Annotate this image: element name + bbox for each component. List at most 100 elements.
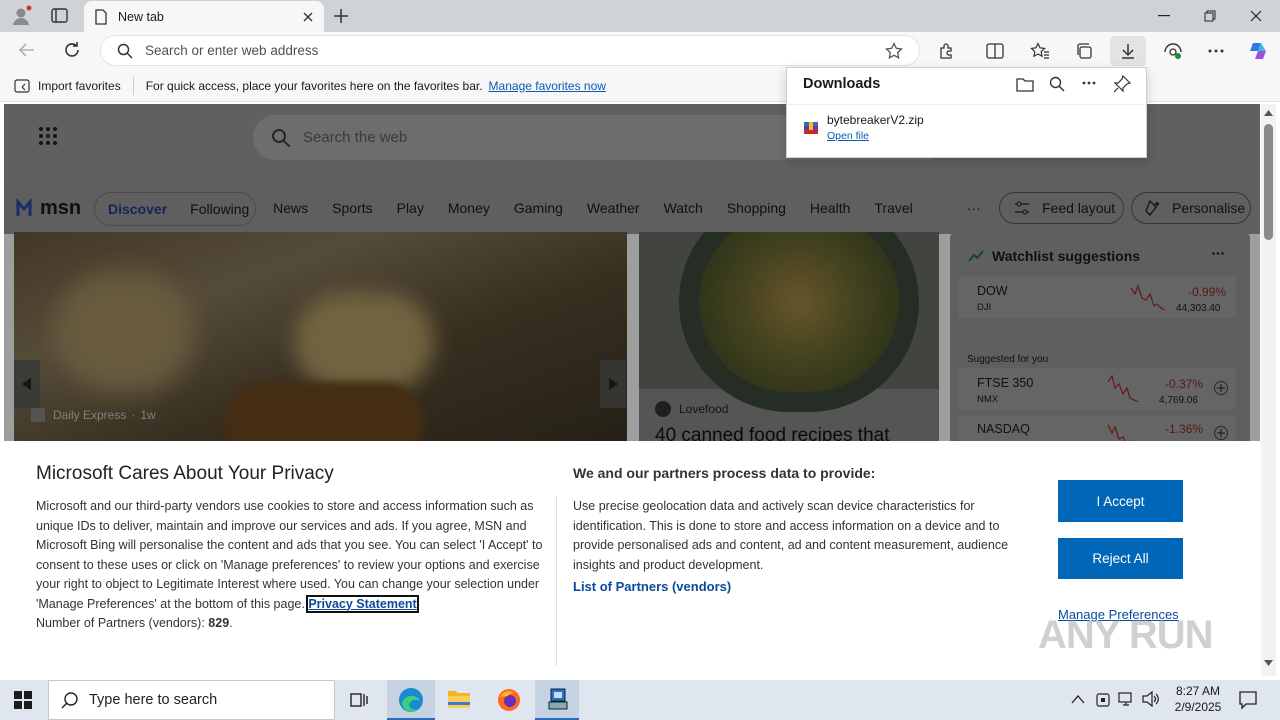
partners-suffix: . <box>229 616 233 630</box>
hero-source: Daily Express · 1w <box>31 408 156 422</box>
consent-right-block: Use precise geolocation data and activel… <box>573 497 1038 575</box>
watchlist-card: Watchlist suggestions DOW DJI -0.99% 44,… <box>950 232 1250 457</box>
carousel-next-button[interactable] <box>600 360 626 408</box>
watermark: ANY RUN <box>1038 613 1214 657</box>
feed-tabs: Discover Following <box>94 192 256 226</box>
refresh-icon[interactable] <box>63 41 81 59</box>
task-view-icon[interactable] <box>349 690 369 710</box>
clock-time: 8:27 AM <box>1175 684 1221 698</box>
performance-icon[interactable] <box>1158 38 1188 64</box>
download-file-name[interactable]: bytebreakerV2.zip <box>827 113 924 127</box>
apps-grid-icon[interactable] <box>38 126 58 146</box>
collections-icon[interactable] <box>1069 38 1099 64</box>
nav-news[interactable]: News <box>273 200 308 216</box>
list-of-partners-link[interactable]: List of Partners (vendors) <box>573 579 731 594</box>
nav-travel[interactable]: Travel <box>874 200 912 216</box>
more-options-icon[interactable] <box>1201 38 1231 64</box>
pin-icon[interactable] <box>1113 75 1131 93</box>
nav-health[interactable]: Health <box>810 200 850 216</box>
more-icon[interactable] <box>1212 252 1224 255</box>
taskbar-search-box[interactable]: Type here to search <box>48 680 335 720</box>
watchlist-item[interactable]: DOW DJI -0.99% 44,303.40 <box>958 276 1236 318</box>
privacy-statement-link[interactable]: Privacy Statement <box>306 594 419 613</box>
feed-layout-button[interactable]: Feed layout <box>999 192 1124 224</box>
tab-actions-icon[interactable] <box>50 7 70 25</box>
restore-button[interactable] <box>1187 0 1233 32</box>
minimize-button[interactable] <box>1141 0 1187 32</box>
scrollbar-thumb[interactable] <box>1264 124 1273 240</box>
add-to-watchlist-icon[interactable] <box>1214 381 1228 395</box>
stocks-icon <box>968 250 984 262</box>
nav-gaming[interactable]: Gaming <box>514 200 563 216</box>
favorite-star-icon[interactable] <box>885 41 903 60</box>
stock-symbol: DOW <box>977 284 1008 298</box>
volume-icon[interactable] <box>1142 691 1160 707</box>
installer-taskbar-button[interactable] <box>535 680 579 720</box>
downloads-icon[interactable] <box>1110 36 1146 66</box>
favorites-bar-message: For quick access, place your favorites h… <box>145 78 483 93</box>
close-tab-icon[interactable] <box>302 11 314 23</box>
carousel-prev-button[interactable] <box>14 360 40 408</box>
sparkle-icon <box>1144 199 1162 217</box>
page-scrollbar[interactable] <box>1261 104 1276 676</box>
profile-icon[interactable] <box>10 5 32 27</box>
edge-taskbar-button[interactable] <box>387 680 435 720</box>
reject-all-button[interactable]: Reject All <box>1058 538 1183 579</box>
nav-money[interactable]: Money <box>448 200 490 216</box>
nav-weather[interactable]: Weather <box>587 200 640 216</box>
back-icon[interactable] <box>18 42 36 58</box>
chevron-left-icon <box>22 378 31 390</box>
personalise-label: Personalise <box>1172 200 1246 216</box>
import-favorites-button[interactable]: Import favorites <box>38 79 121 93</box>
notifications-icon[interactable] <box>1238 690 1258 710</box>
open-file-link[interactable]: Open file <box>827 130 869 142</box>
tab-following[interactable]: Following <box>190 201 249 217</box>
food-card[interactable]: Lovefood 40 canned food recipes that <box>639 232 939 447</box>
extensions-icon[interactable] <box>932 38 962 64</box>
favorites-icon[interactable] <box>1025 38 1055 64</box>
open-folder-icon[interactable] <box>1016 76 1034 92</box>
msn-butterfly-icon <box>16 198 32 216</box>
msn-search-placeholder: Search the web <box>303 129 408 146</box>
installer-icon <box>548 688 568 710</box>
address-bar[interactable]: Search or enter web address <box>100 35 920 66</box>
manage-favorites-link[interactable]: Manage favorites now <box>489 79 606 93</box>
tab-discover[interactable]: Discover <box>108 201 167 217</box>
copilot-icon[interactable] <box>1243 38 1273 64</box>
nav-sports[interactable]: Sports <box>332 200 372 216</box>
chevron-right-icon <box>609 378 618 390</box>
personalise-button[interactable]: Personalise <box>1131 192 1251 224</box>
security-tray-icon[interactable] <box>1096 691 1110 709</box>
watchlist-item[interactable]: FTSE 350 NMX -0.37% 4,769.06 <box>958 368 1236 410</box>
close-window-button[interactable] <box>1233 0 1279 32</box>
clock-date: 2/9/2025 <box>1174 700 1222 714</box>
nav-play[interactable]: Play <box>397 200 424 216</box>
chevron-up-icon[interactable] <box>1071 694 1085 704</box>
file-explorer-icon[interactable] <box>447 688 471 710</box>
stock-change: -1.36% <box>1165 422 1204 436</box>
consent-right-title: We and our partners process data to prov… <box>573 465 876 481</box>
msn-logo[interactable]: msn <box>16 197 81 220</box>
windows-start-icon[interactable] <box>14 691 32 709</box>
tab-title: New tab <box>118 9 164 24</box>
firefox-icon[interactable] <box>496 687 522 713</box>
new-tab-icon[interactable] <box>332 7 350 25</box>
nav-shopping[interactable]: Shopping <box>727 200 786 216</box>
nav-more[interactable]: ··· <box>967 200 981 216</box>
stock-exchange: DJI <box>977 302 992 313</box>
network-icon[interactable] <box>1118 691 1136 707</box>
consent-body: Microsoft and our third-party vendors us… <box>36 499 543 611</box>
more-options-icon[interactable] <box>1082 81 1096 85</box>
address-placeholder: Search or enter web address <box>145 43 319 58</box>
downloads-title: Downloads <box>803 76 881 92</box>
clock[interactable]: 8:27 AM 2/9/2025 <box>1168 683 1228 715</box>
split-screen-icon[interactable] <box>980 38 1010 64</box>
accept-button[interactable]: I Accept <box>1058 480 1183 522</box>
partners-label: Number of Partners (vendors): <box>36 616 209 630</box>
food-beans <box>699 232 899 392</box>
hero-card[interactable]: Daily Express · 1w <box>14 232 627 447</box>
search-downloads-icon[interactable] <box>1049 76 1065 92</box>
nav-watch[interactable]: Watch <box>664 200 703 216</box>
tab-new-tab[interactable]: New tab <box>84 1 324 32</box>
add-to-watchlist-icon[interactable] <box>1214 426 1228 440</box>
